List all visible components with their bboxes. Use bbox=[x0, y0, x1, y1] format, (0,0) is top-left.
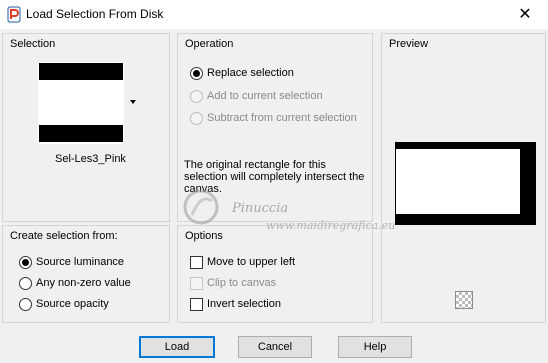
subtract-from-selection-radio: Subtract from current selection bbox=[190, 110, 357, 126]
radio-indicator[interactable] bbox=[19, 276, 32, 290]
preview-white-area bbox=[396, 149, 520, 214]
radio-indicator bbox=[190, 111, 203, 125]
app-icon bbox=[7, 6, 21, 23]
any-non-zero-value-radio[interactable]: Any non-zero value bbox=[19, 275, 131, 291]
cancel-button[interactable]: Cancel bbox=[238, 336, 312, 358]
checkbox-indicator[interactable] bbox=[190, 297, 203, 311]
create-from-group: Create selection from: Source luminance … bbox=[2, 225, 170, 323]
close-button[interactable]: ✕ bbox=[502, 0, 548, 29]
selection-thumbnail[interactable] bbox=[38, 62, 124, 144]
radio-label: Subtract from current selection bbox=[207, 112, 357, 124]
checkbox-indicator[interactable] bbox=[190, 255, 203, 269]
radio-label: Source luminance bbox=[36, 256, 125, 268]
selection-file-name: Sel-Les3_Pink bbox=[55, 153, 126, 165]
checkbox-label: Move to upper left bbox=[207, 256, 296, 268]
checkbox-indicator bbox=[190, 276, 203, 290]
radio-indicator[interactable] bbox=[19, 297, 32, 311]
radio-label: Add to current selection bbox=[207, 90, 323, 102]
preview-image bbox=[395, 142, 536, 225]
source-opacity-radio[interactable]: Source opacity bbox=[19, 296, 109, 312]
selection-group: Selection Sel-Les3_Pink bbox=[2, 33, 170, 222]
move-to-upper-left-checkbox[interactable]: Move to upper left bbox=[190, 254, 295, 270]
preview-group-title: Preview bbox=[389, 38, 429, 50]
radio-indicator bbox=[190, 89, 203, 103]
replace-selection-radio[interactable]: Replace selection bbox=[190, 65, 294, 81]
operation-group: Operation Replace selection Add to curre… bbox=[177, 33, 373, 222]
load-button[interactable]: Load bbox=[139, 336, 215, 358]
create-from-group-title: Create selection from: bbox=[10, 230, 118, 242]
radio-label: Replace selection bbox=[207, 67, 294, 79]
window-title: Load Selection From Disk bbox=[26, 7, 164, 21]
thumbnail-bottom-band bbox=[39, 125, 123, 142]
invert-selection-checkbox[interactable]: Invert selection bbox=[190, 296, 281, 312]
clip-to-canvas-checkbox: Clip to canvas bbox=[190, 275, 276, 291]
selection-group-title: Selection bbox=[10, 38, 56, 50]
operation-group-title: Operation bbox=[185, 38, 234, 50]
options-group: Options Move to upper left Clip to canva… bbox=[177, 225, 373, 323]
options-group-title: Options bbox=[185, 230, 223, 242]
title-bar: Load Selection From Disk ✕ bbox=[0, 0, 548, 29]
thumbnail-top-band bbox=[39, 63, 123, 80]
radio-label: Any non-zero value bbox=[36, 277, 131, 289]
operation-description: The original rectangle for this selectio… bbox=[184, 159, 365, 195]
radio-label: Source opacity bbox=[36, 298, 109, 310]
help-button[interactable]: Help bbox=[338, 336, 412, 358]
source-luminance-radio[interactable]: Source luminance bbox=[19, 254, 124, 270]
radio-indicator[interactable] bbox=[190, 66, 203, 80]
checkbox-label: Invert selection bbox=[207, 298, 281, 310]
dropdown-arrow-icon[interactable] bbox=[130, 100, 136, 104]
radio-indicator[interactable] bbox=[19, 255, 32, 269]
preview-group: Preview bbox=[381, 33, 546, 323]
add-to-selection-radio: Add to current selection bbox=[190, 88, 323, 104]
checkerboard-icon[interactable] bbox=[455, 291, 473, 309]
checkbox-label: Clip to canvas bbox=[207, 277, 277, 289]
